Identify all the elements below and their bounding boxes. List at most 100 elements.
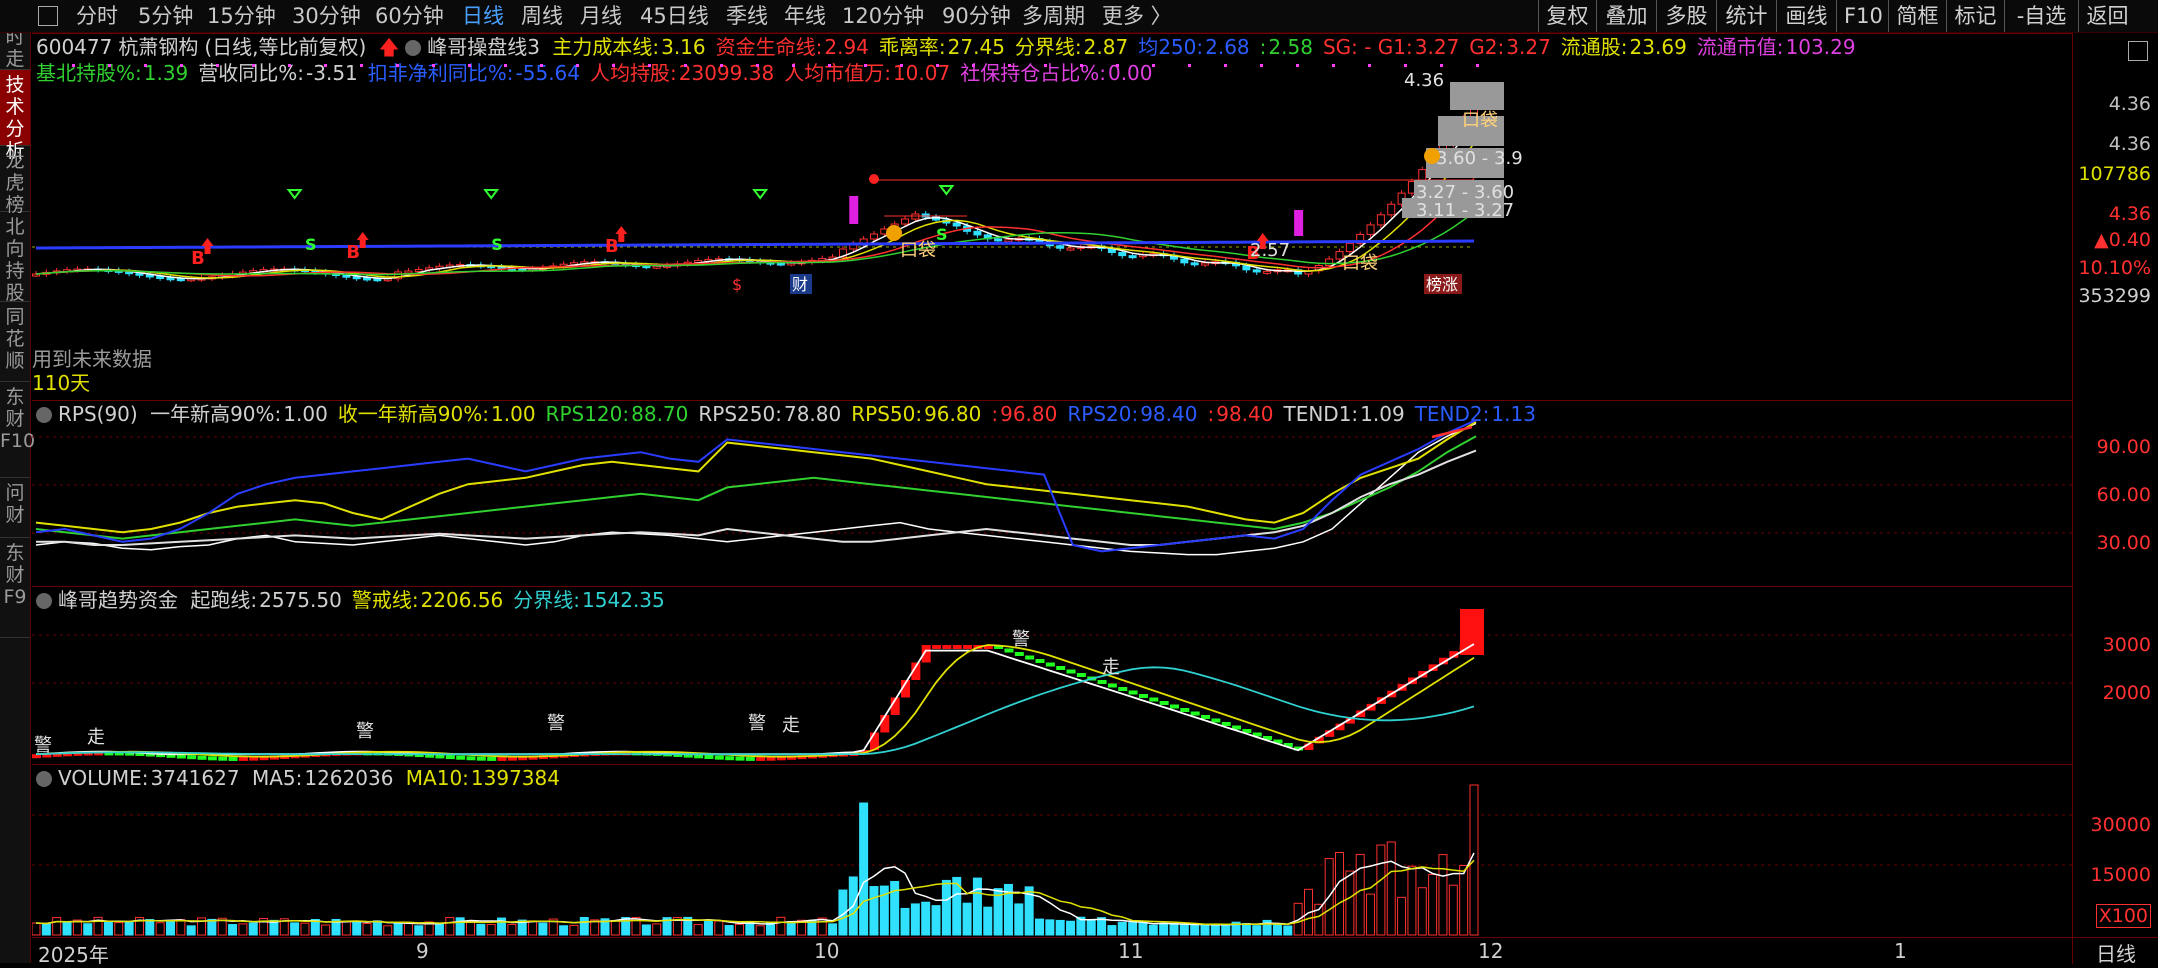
date-label-jan: 1: [1894, 939, 1907, 963]
volume-bar: [610, 920, 620, 936]
volume-axis: 30000 15000 X100: [2072, 764, 2158, 937]
volume-panel[interactable]: VOLUME: 3741627 MA5: 1262036 MA10: 1397384: [32, 764, 2072, 938]
trend-fund-panel[interactable]: 峰哥趋势资金 起跑线: 2575.50 警戒线: 2206.56 分界线: 1542.35…: [32, 586, 2072, 765]
side-tab-technical[interactable]: 技术分析: [0, 70, 30, 162]
trend-bar: [1149, 697, 1159, 702]
toolbar-button-8[interactable]: -自选: [2004, 0, 2078, 32]
toolbar-button-2[interactable]: 多股: [1656, 0, 1716, 32]
period-tab-11[interactable]: 120分钟: [842, 2, 924, 30]
candle-body: [901, 218, 910, 225]
volume-bar: [1128, 922, 1138, 936]
rps-axis-60: 60.00: [2096, 484, 2151, 506]
toolbar-button-9[interactable]: 返回: [2078, 0, 2136, 32]
kline-panel[interactable]: 600477 杭萧钢构 (日线,等比前复权) 🡅 峰哥操盘线3 主力成本线: 3.16 资…: [32, 33, 2072, 401]
volume-bar: [1066, 920, 1076, 936]
date-label-nov: 11: [1118, 939, 1144, 963]
toolbar-button-6[interactable]: 简框: [1888, 0, 1946, 32]
side-tab-dragon-tiger[interactable]: 龙虎榜: [0, 146, 30, 216]
volume-bar: [352, 920, 362, 936]
date-axis: 2025年 9 10 11 12 1: [32, 937, 2072, 967]
volume-bar: [1159, 922, 1169, 936]
trend-bar: [745, 756, 755, 761]
toolbar-button-7[interactable]: 标记: [1946, 0, 2004, 32]
period-tab-7[interactable]: 月线: [580, 2, 622, 30]
candle-body: [176, 278, 185, 282]
period-tab-6[interactable]: 周线: [521, 2, 563, 30]
menu-toggle-icon[interactable]: [38, 6, 58, 26]
kline-axis: 4.36 4.36 107786 4.36 ▲0.40 10.10% 35329…: [2072, 33, 2158, 400]
period-tab-0[interactable]: 分时: [76, 2, 118, 30]
rps-panel[interactable]: RPS(90) 一年新高90%: 1.00 收一年新高90%: 1.00 RPS120:…: [32, 400, 2072, 587]
sell-signal-S: S: [491, 235, 503, 254]
candle-body: [1325, 258, 1334, 267]
signal-dot: [828, 64, 831, 67]
trend-mark: 警: [34, 735, 52, 756]
trend-bar: [725, 756, 735, 761]
signal-dot: [648, 64, 651, 67]
volume-bar: [859, 802, 869, 936]
period-tab-3[interactable]: 30分钟: [292, 2, 361, 30]
side-tab-eastmoney-f10[interactable]: 东财F10: [0, 382, 35, 478]
axis-price-top: 4.36: [2108, 93, 2151, 115]
period-tab-14[interactable]: 更多 〉: [1102, 2, 1172, 30]
signal-dot: [756, 64, 759, 67]
trend-mark: 警: [1012, 629, 1030, 650]
period-tab-10[interactable]: 年线: [784, 2, 826, 30]
gold-coin-icon: [886, 225, 902, 241]
volume-bar: [538, 922, 548, 936]
period-tab-4[interactable]: 60分钟: [375, 2, 444, 30]
period-tab-13[interactable]: 多周期: [1022, 2, 1085, 30]
trend-bar: [187, 755, 197, 760]
period-tab-8[interactable]: 45日线: [640, 2, 709, 30]
trend-bar: [952, 645, 962, 649]
trend-bar: [218, 756, 228, 761]
side-tab-wencai[interactable]: 问财: [0, 478, 30, 538]
rps-chart: [32, 419, 2072, 556]
trend-bar: [1107, 683, 1117, 688]
period-tab-1[interactable]: 5分钟: [138, 2, 193, 30]
vol-axis-unit: X100: [2095, 904, 2151, 928]
side-tab-ths[interactable]: 同花顺: [0, 302, 30, 382]
volume-bar: [569, 924, 579, 936]
toolbar-button-3[interactable]: 统计: [1716, 0, 1776, 32]
date-label-oct: 10: [814, 939, 840, 963]
candle-body: [1128, 255, 1137, 259]
gold-coin-icon: [1424, 148, 1440, 164]
toolbar-button-0[interactable]: 复权: [1538, 0, 1596, 32]
sell-signal-S: S: [936, 225, 948, 244]
volume-bar: [1335, 852, 1345, 936]
period-tab-12[interactable]: 90分钟: [942, 2, 1011, 30]
side-tab-eastmoney-f9[interactable]: 东财F9: [0, 538, 30, 638]
period-tab-9[interactable]: 季线: [726, 2, 768, 30]
volume-ma: [35, 859, 1475, 926]
side-tab-northbound[interactable]: 北向持股: [0, 212, 30, 304]
period-tab-5[interactable]: 日线: [462, 2, 504, 30]
trend-bar: [1076, 673, 1086, 677]
axis-label-4: ▲0.40: [2094, 229, 2151, 251]
trend-bar: [1201, 715, 1211, 719]
signal-dot: [936, 64, 939, 67]
volume-bar: [1086, 919, 1096, 936]
volume-bar: [1366, 893, 1376, 936]
trend-chart: 警走警警警走警走: [32, 609, 2072, 761]
period-tab-2[interactable]: 15分钟: [207, 2, 276, 30]
toolbar-button-1[interactable]: 叠加: [1596, 0, 1656, 32]
candle-body: [1180, 258, 1189, 264]
diamond-icon[interactable]: [2128, 41, 2148, 61]
volume-bar: [1448, 884, 1458, 936]
signal-dot: [864, 64, 867, 67]
volume-bar: [290, 922, 300, 936]
candle-body: [776, 262, 785, 266]
toolbar-button-5[interactable]: F10: [1836, 0, 1888, 32]
limit-up-badge: 榜涨: [1426, 275, 1458, 294]
signal-dot: [1404, 64, 1407, 67]
buy-signal-B: B: [605, 236, 619, 257]
magenta-bar: [1294, 210, 1304, 236]
left-side-tabs: 分时走势 技术分析 龙虎榜 北向持股 同花顺 东财F10 问财 东财F9: [0, 0, 35, 963]
trend-mark: 警: [356, 721, 374, 742]
vol-axis-30000: 30000: [2090, 814, 2151, 836]
trend-line: [35, 666, 1475, 756]
volume-bar: [714, 920, 724, 936]
volume-bar: [1014, 903, 1024, 936]
toolbar-button-4[interactable]: 画线: [1776, 0, 1836, 32]
